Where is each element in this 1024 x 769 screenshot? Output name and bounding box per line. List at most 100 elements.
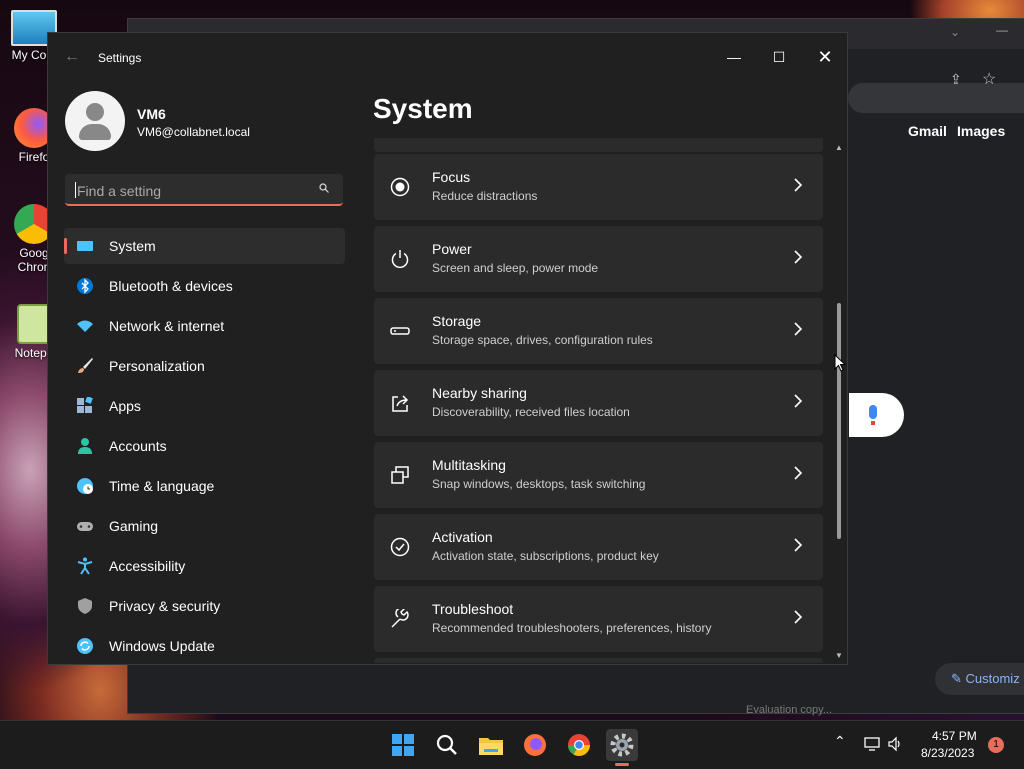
chevron-right-icon — [794, 610, 802, 624]
network-icon[interactable] — [864, 737, 882, 751]
nav-label: Windows Update — [109, 638, 215, 654]
taskbar-chrome[interactable] — [563, 729, 595, 761]
file-explorer-icon — [479, 738, 503, 755]
settings-card-troubleshoot[interactable]: Troubleshoot Recommended troubleshooters… — [374, 586, 823, 652]
card-title: Activation — [432, 529, 493, 545]
browser-address-bar[interactable] — [848, 83, 1024, 113]
pencil-icon: ✎ — [951, 671, 966, 686]
nav-label: Personalization — [109, 358, 205, 374]
brush-icon — [78, 358, 93, 373]
active-app-indicator — [615, 763, 629, 766]
user-avatar[interactable] — [65, 91, 125, 151]
card-title: Nearby sharing — [432, 385, 527, 401]
nav-label: Privacy & security — [109, 598, 221, 614]
text-caret — [75, 182, 76, 198]
search-input[interactable] — [75, 180, 309, 202]
maximize-button[interactable]: ☐ — [759, 41, 799, 73]
show-hidden-icons-chevron-icon[interactable]: ⌃ — [834, 733, 846, 750]
accounts-icon — [78, 438, 92, 454]
card-subtitle: Storage space, drives, configuration rul… — [432, 333, 653, 347]
chevron-right-icon — [794, 178, 802, 192]
window-title: Settings — [98, 51, 142, 65]
scrollbar-thumb[interactable] — [837, 303, 841, 539]
scrollbar[interactable]: ▲ ▼ — [835, 143, 843, 663]
gamepad-icon — [77, 522, 93, 531]
minimize-button[interactable]: — — [714, 41, 754, 73]
windows-start-icon — [392, 734, 414, 756]
update-icon — [77, 638, 93, 654]
close-button[interactable]: ✕ — [805, 41, 845, 73]
card-title: Troubleshoot — [432, 601, 514, 617]
settings-card-previous[interactable] — [374, 138, 823, 152]
nav-item-system[interactable]: System — [64, 228, 345, 264]
card-title: Focus — [432, 169, 471, 185]
taskbar-firefox[interactable] — [519, 729, 551, 761]
apps-icon — [77, 397, 93, 413]
chevron-right-icon — [794, 466, 802, 480]
system-icon — [77, 241, 93, 251]
customize-label: Customiz — [965, 671, 1020, 686]
chevron-right-icon — [794, 538, 802, 552]
scroll-down-arrow-icon[interactable]: ▼ — [835, 651, 843, 660]
nav-item-accounts[interactable]: Accounts — [64, 428, 345, 464]
nav-item-privacy[interactable]: Privacy & security — [64, 588, 345, 624]
nav-item-gaming[interactable]: Gaming — [64, 508, 345, 544]
settings-window[interactable]: ← Settings — ☐ ✕ VM6 VM6@collabnet.local… — [47, 32, 848, 665]
images-link[interactable]: Images — [957, 123, 1005, 139]
browser-footer-text: Evaluation copy... — [746, 704, 833, 716]
notification-badge[interactable]: 1 — [988, 737, 1004, 753]
firefox-icon — [524, 734, 546, 756]
taskbar-settings[interactable] — [606, 729, 638, 761]
nav-label: Apps — [109, 398, 141, 414]
nav-item-apps[interactable]: Apps — [64, 388, 345, 424]
settings-card-next[interactable] — [374, 658, 823, 663]
settings-card-power[interactable]: Power Screen and sleep, power mode — [374, 226, 823, 292]
power-icon — [391, 250, 409, 269]
notepad-icon — [17, 304, 51, 344]
settings-card-focus[interactable]: Focus Reduce distractions — [374, 154, 823, 220]
search-icon[interactable] — [319, 183, 329, 193]
nav-item-time-language[interactable]: Time & language — [64, 468, 345, 504]
gmail-link[interactable]: Gmail — [908, 123, 947, 139]
clock-time[interactable]: 4:57 PM — [932, 729, 977, 743]
nav-label: Network & internet — [109, 318, 225, 334]
customize-chrome-button[interactable]: ✎ Customiz — [935, 663, 1024, 695]
settings-card-nearby-sharing[interactable]: Nearby sharing Discoverability, received… — [374, 370, 823, 436]
nav-item-personalization[interactable]: Personalization — [64, 348, 345, 384]
card-subtitle: Recommended troubleshooters, preferences… — [432, 621, 712, 635]
voice-search-button[interactable] — [849, 393, 904, 437]
nav-item-accessibility[interactable]: Accessibility — [64, 548, 345, 584]
star-icon[interactable]: ☆ — [982, 69, 996, 89]
scroll-up-arrow-icon[interactable]: ▲ — [835, 143, 843, 152]
browser-minimize-icon[interactable]: — — [996, 23, 1008, 37]
settings-search-box[interactable] — [65, 174, 343, 206]
nav-item-network[interactable]: Network & internet — [64, 308, 345, 344]
volume-icon[interactable] — [887, 736, 903, 752]
taskbar: ⌃ 4:57 PM 8/23/2023 1 — [0, 720, 1024, 769]
chevron-right-icon — [794, 322, 802, 336]
settings-card-activation[interactable]: Activation Activation state, subscriptio… — [374, 514, 823, 580]
focus-icon — [390, 177, 410, 197]
start-button[interactable] — [387, 729, 419, 761]
settings-card-multitasking[interactable]: Multitasking Snap windows, desktops, tas… — [374, 442, 823, 508]
nav-item-bluetooth[interactable]: Bluetooth & devices — [64, 268, 345, 304]
card-title: Power — [432, 241, 472, 257]
share-icon[interactable]: ⇪ — [950, 71, 962, 88]
activation-icon — [390, 537, 410, 557]
clock-date[interactable]: 8/23/2023 — [921, 746, 974, 760]
card-title: Storage — [432, 313, 482, 329]
taskbar-search-button[interactable] — [431, 729, 463, 761]
card-subtitle: Screen and sleep, power mode — [432, 261, 599, 275]
back-arrow-icon[interactable]: ← — [64, 48, 80, 66]
nav-label: Bluetooth & devices — [109, 278, 233, 294]
taskbar-file-explorer[interactable] — [475, 729, 507, 761]
settings-card-storage[interactable]: Storage Storage space, drives, configura… — [374, 298, 823, 364]
nav-item-windows-update[interactable]: Windows Update — [64, 628, 345, 664]
wifi-icon — [77, 320, 93, 332]
nav-label: Time & language — [109, 478, 215, 494]
settings-card-list: Focus Reduce distractions Power Screen a… — [374, 138, 824, 663]
card-title: Multitasking — [432, 457, 506, 473]
card-subtitle: Activation state, subscriptions, product… — [432, 549, 659, 563]
browser-chevron-icon[interactable]: ⌄ — [950, 25, 960, 39]
card-subtitle: Reduce distractions — [432, 189, 538, 203]
